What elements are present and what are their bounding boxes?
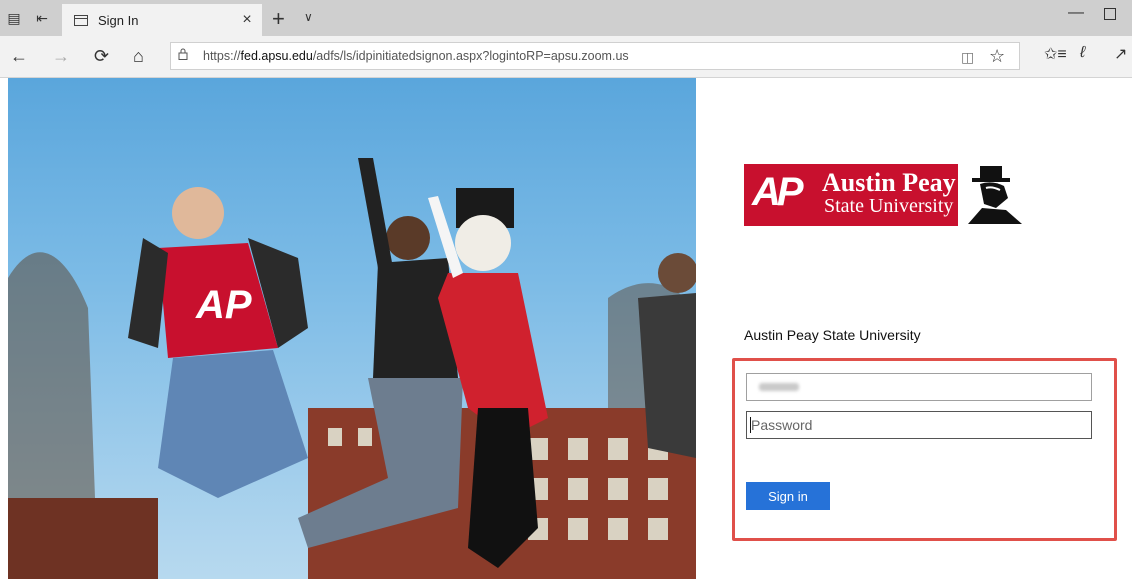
url-text: https://fed.apsu.edu/adfs/ls/idpinitiate… — [203, 49, 629, 63]
tab-close-button[interactable]: × — [232, 11, 262, 29]
password-placeholder: Password — [751, 417, 813, 433]
logo-mark: AP — [752, 170, 804, 214]
tab-menu-chevron-icon[interactable]: ∨ — [304, 10, 313, 24]
sign-in-panel: AP Austin Peay State University Austin P… — [696, 78, 1132, 579]
hero-photo: AP — [8, 78, 696, 579]
logo-name-line1: Austin Peay — [822, 168, 956, 197]
mascot-logo-icon — [968, 166, 1022, 224]
refresh-button[interactable]: ⟳ — [94, 46, 109, 66]
minimize-button[interactable]: — — [1068, 4, 1084, 22]
username-field[interactable] — [746, 373, 1092, 401]
lock-icon — [178, 48, 188, 60]
university-logo: AP Austin Peay State University — [744, 164, 1024, 226]
pen-icon[interactable]: ℓ — [1080, 44, 1085, 62]
navigation-bar: ← → ⟳ ⌂ https://fed.apsu.edu/adfs/ls/idp… — [0, 36, 1132, 78]
sign-in-button[interactable]: Sign in — [746, 482, 830, 510]
star-icon[interactable]: ☆ — [989, 46, 1005, 67]
text-caret — [750, 417, 751, 433]
address-bar[interactable]: https://fed.apsu.edu/adfs/ls/idpinitiate… — [170, 42, 1020, 70]
new-tab-button[interactable]: + — [272, 6, 285, 32]
tab-preview-icon[interactable]: ▤ — [0, 0, 28, 36]
reading-view-icon[interactable]: ◫ — [961, 49, 974, 66]
maximize-button[interactable] — [1104, 8, 1116, 20]
forward-button[interactable]: → — [52, 46, 70, 66]
home-button[interactable]: ⌂ — [133, 46, 144, 66]
favorites-hub-icon[interactable]: ✩≡ — [1044, 44, 1067, 64]
svg-text:AP: AP — [195, 283, 252, 327]
back-button[interactable]: ← — [10, 46, 28, 66]
tab-title: Sign In — [98, 12, 139, 28]
tab-sign-in[interactable]: Sign In × — [62, 4, 262, 36]
logo-name-line2: State University — [824, 195, 954, 217]
organization-name: Austin Peay State University — [744, 327, 921, 343]
page-icon — [74, 14, 88, 26]
set-aside-tabs-icon[interactable]: ⇤ — [28, 0, 56, 36]
share-icon[interactable]: ↗ — [1114, 44, 1127, 64]
password-field[interactable]: Password — [746, 411, 1092, 439]
redacted-username — [759, 383, 799, 391]
